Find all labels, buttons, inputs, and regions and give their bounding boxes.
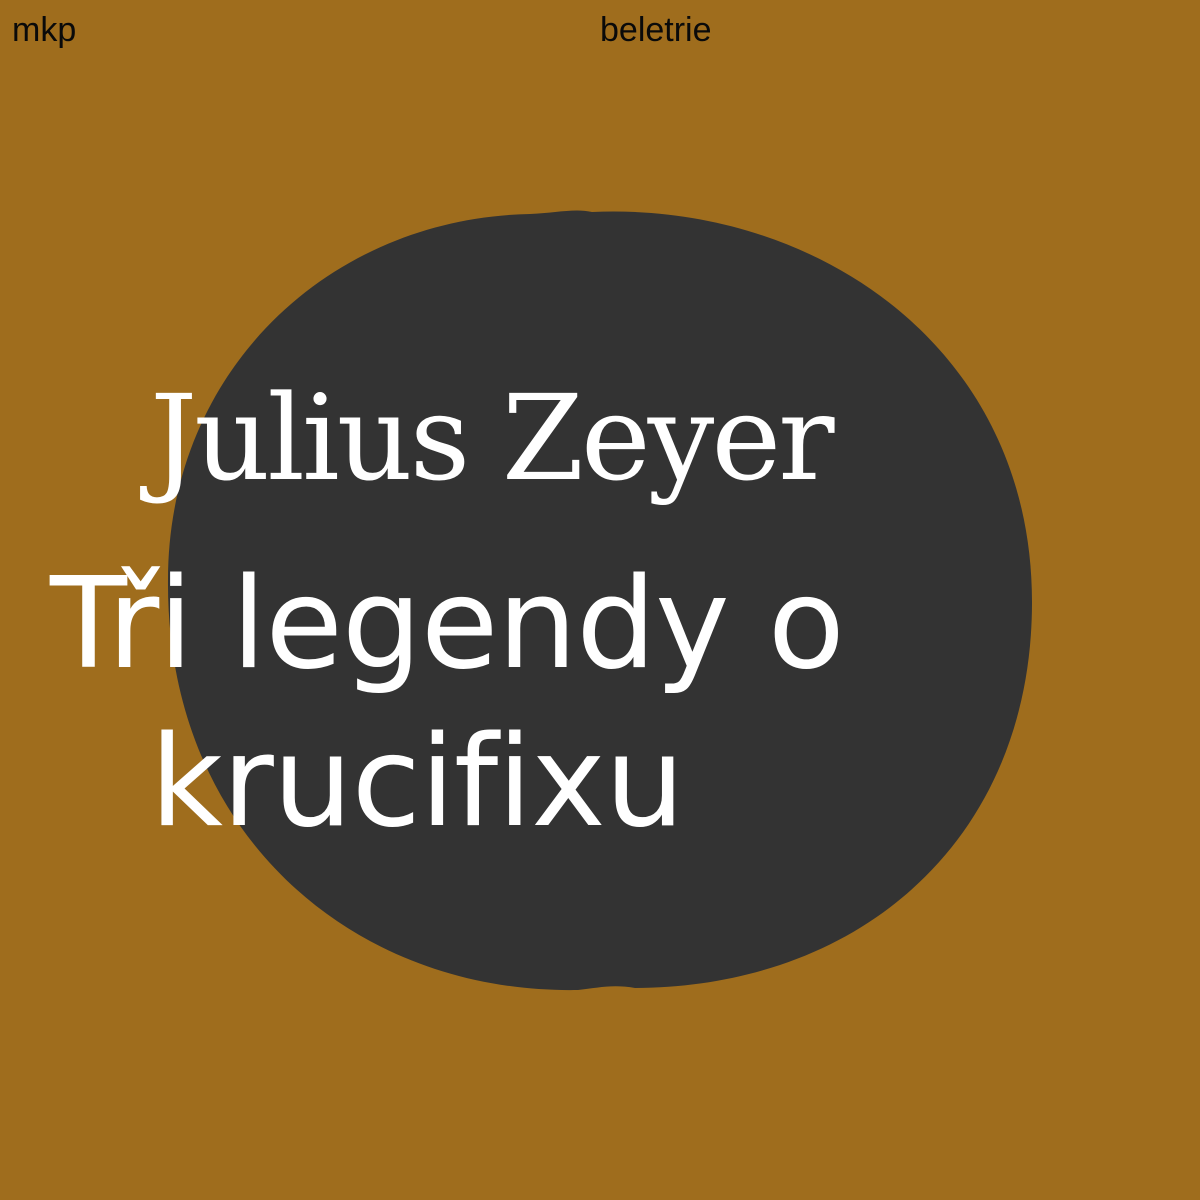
author-name: Julius Zeyer bbox=[150, 369, 835, 507]
book-title-line-1: Tři legendy o bbox=[50, 550, 845, 697]
book-title: Tři legendy o krucifixu bbox=[50, 545, 1050, 861]
book-title-line-2: krucifixu bbox=[150, 708, 685, 855]
book-cover: mkp beletrie Julius Zeyer Tři legendy o … bbox=[0, 0, 1200, 1200]
category-label: beletrie bbox=[600, 11, 712, 49]
publisher-label: mkp bbox=[12, 11, 77, 49]
